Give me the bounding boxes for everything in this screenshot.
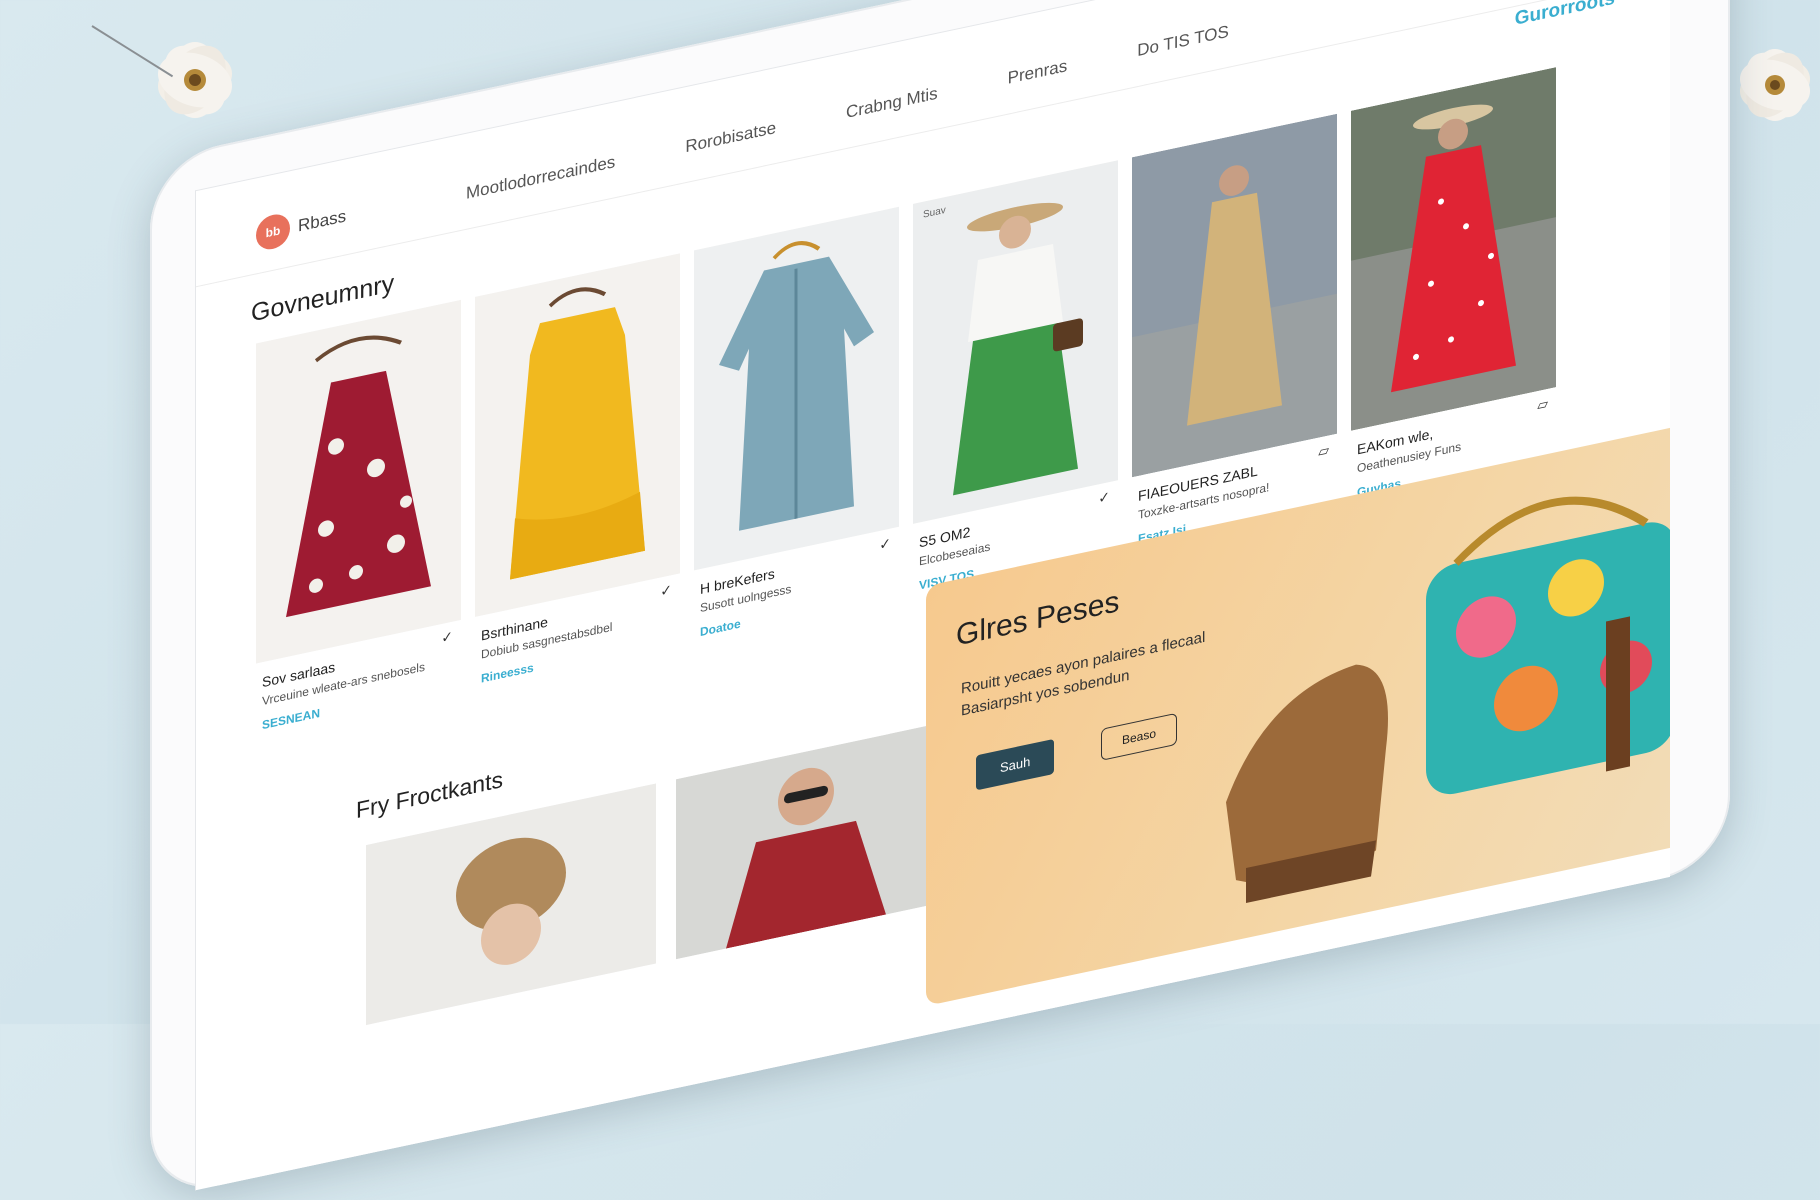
logo-text: Rbass — [298, 206, 347, 236]
chevron-down-icon[interactable]: ✓ — [879, 534, 891, 553]
nav-item-1[interactable]: Mootlodorrecaindes — [466, 152, 615, 204]
product-card[interactable]: FIAEOUERS ZABL Toxzke-artsarts nosopra! … — [1132, 113, 1337, 548]
flower-decoration — [157, 42, 233, 118]
product-card[interactable]: EAKom wle, Oeathenusiey Funs Guyhas ▱ — [1351, 67, 1556, 501]
product-image[interactable] — [256, 299, 461, 664]
product-image[interactable]: Suav — [913, 160, 1118, 524]
product-card[interactable]: H breKefers Susott uolngesss Doatoe ✓ — [694, 206, 899, 641]
chevron-down-icon[interactable]: ✓ — [441, 628, 453, 647]
wishlist-icon[interactable]: ▱ — [1318, 441, 1329, 460]
product-image[interactable] — [1132, 113, 1337, 478]
product-card[interactable]: Suav S5 OM2 Elcobeseaias VISV TOS ✓ — [913, 160, 1118, 594]
product-image[interactable] — [475, 253, 680, 617]
product-thumbnail[interactable] — [676, 723, 936, 960]
logo[interactable]: bb Rbass — [256, 199, 347, 253]
wishlist-icon[interactable]: ▱ — [1537, 395, 1548, 414]
header-link[interactable]: Gurorroots — [1515, 0, 1615, 31]
tablet-device: bb Rbass Mootlodorrecaindes Rorobisatse … — [150, 0, 1730, 1200]
chevron-down-icon[interactable]: ✓ — [660, 581, 672, 600]
nav-item-5[interactable]: Do TIS TOS — [1137, 22, 1229, 61]
nav-item-2[interactable]: Rorobisatse — [685, 118, 776, 157]
promo-title: Glres Peses — [956, 584, 1120, 653]
nav-item-4[interactable]: Prenras — [1008, 56, 1068, 89]
chevron-down-icon[interactable]: ✓ — [1098, 488, 1110, 507]
nav-item-3[interactable]: Crabng Mtis — [846, 84, 938, 123]
section2-title: Fry Froctkants — [356, 765, 503, 824]
logo-mark: bb — [256, 211, 290, 253]
product-thumbnail[interactable] — [366, 783, 656, 1026]
promo-secondary-button[interactable]: Beaso — [1101, 712, 1178, 761]
product-card[interactable]: Bsrthinane Dobiub sasgnestabsdbel Rinees… — [475, 253, 680, 687]
product-image[interactable] — [1351, 67, 1556, 431]
promo-primary-button[interactable]: Sauh — [976, 738, 1055, 791]
app-screen: bb Rbass Mootlodorrecaindes Rorobisatse … — [195, 0, 1670, 1191]
product-card[interactable]: Sov sarlaas Vrceuine wleate-ars snebosel… — [256, 299, 461, 734]
product-image[interactable] — [694, 206, 899, 571]
promo-image — [1226, 496, 1670, 904]
